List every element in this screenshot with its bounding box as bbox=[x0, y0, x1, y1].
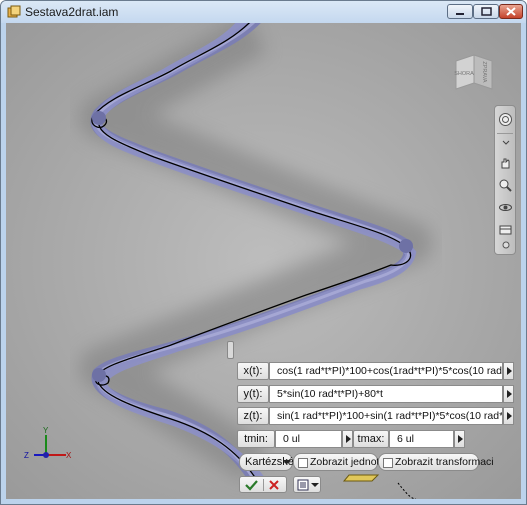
tmax-expand-button[interactable] bbox=[454, 430, 465, 448]
axis-x-label: X bbox=[66, 451, 72, 460]
y-equation-input[interactable]: 5*sin(10 rad*t*PI)+80*t bbox=[269, 385, 503, 403]
y-equation-expand-button[interactable] bbox=[503, 385, 514, 403]
chevron-down-icon bbox=[311, 483, 319, 487]
ok-cancel-group bbox=[239, 476, 287, 493]
axis-y-label: Y bbox=[43, 426, 49, 435]
maximize-button[interactable] bbox=[473, 4, 499, 19]
viewcube[interactable]: SHORA ZPRAVA bbox=[454, 51, 494, 91]
maximize-icon bbox=[481, 7, 492, 16]
show-transform-checkbox[interactable] bbox=[383, 458, 393, 468]
tmax-input[interactable]: 6 ul bbox=[389, 430, 454, 448]
axis-triad: Y X Z bbox=[24, 426, 72, 460]
show-units-toggle[interactable]: Zobrazit jednotky bbox=[293, 453, 390, 471]
tmin-input[interactable]: 0 ul bbox=[275, 430, 342, 448]
graphics-viewport[interactable]: SHORA ZPRAVA Y X Z bbox=[6, 23, 521, 499]
checkmark-icon[interactable] bbox=[243, 478, 261, 492]
minimize-icon bbox=[456, 13, 464, 15]
app-window: Sestava2drat.iam SHORA ZPRAVA Y X Z x(t)… bbox=[0, 0, 527, 505]
z-equation-expand-button[interactable] bbox=[503, 407, 514, 425]
look-at-icon[interactable] bbox=[498, 222, 513, 237]
viewcube-front-label: SHORA bbox=[454, 71, 474, 77]
options-menu-icon bbox=[297, 479, 309, 491]
viewcube-side-label: ZPRAVA bbox=[481, 61, 487, 83]
tmin-expand-button[interactable] bbox=[342, 430, 353, 448]
axis-z-label: Z bbox=[24, 451, 29, 460]
close-icon bbox=[506, 7, 516, 16]
orbit-icon[interactable] bbox=[498, 200, 513, 215]
x-equation-expand-button[interactable] bbox=[503, 362, 514, 380]
steering-wheel-icon[interactable] bbox=[498, 112, 513, 127]
show-transform-label: Zobrazit transformaci bbox=[395, 456, 494, 468]
helix-model bbox=[6, 23, 521, 499]
navigation-bar bbox=[494, 105, 516, 255]
panel-drag-handle[interactable] bbox=[227, 341, 234, 359]
close-button[interactable] bbox=[499, 4, 523, 19]
window-title: Sestava2drat.iam bbox=[25, 5, 119, 19]
pan-icon[interactable] bbox=[498, 156, 513, 171]
tmin-label: tmin: bbox=[237, 430, 275, 448]
options-menu-button[interactable] bbox=[293, 476, 321, 493]
chevron-down-icon[interactable] bbox=[501, 139, 511, 147]
app-icon bbox=[7, 5, 21, 18]
y-equation-label: y(t): bbox=[237, 385, 269, 403]
coordinate-system-dropdown[interactable]: Kartézské bbox=[239, 453, 294, 471]
z-equation-input[interactable]: sin(1 rad*t*PI)*100+sin(1 rad*t*PI)*5*co… bbox=[269, 407, 503, 425]
x-equation-label: x(t): bbox=[237, 362, 269, 380]
cancel-x-icon[interactable] bbox=[266, 478, 284, 492]
chevron-down-icon bbox=[283, 460, 291, 464]
minimize-button[interactable] bbox=[447, 4, 473, 19]
show-transform-toggle[interactable]: Zobrazit transformaci bbox=[378, 453, 494, 471]
title-bar[interactable]: Sestava2drat.iam bbox=[1, 1, 526, 23]
navbar-options-icon[interactable] bbox=[501, 240, 511, 250]
show-units-checkbox[interactable] bbox=[298, 458, 308, 468]
x-equation-input[interactable]: cos(1 rad*t*PI)*100+cos(1rad*t*PI)*5*cos… bbox=[269, 362, 503, 380]
z-equation-label: z(t): bbox=[237, 407, 269, 425]
zoom-icon[interactable] bbox=[498, 178, 513, 193]
tmax-label: tmax: bbox=[353, 430, 389, 448]
